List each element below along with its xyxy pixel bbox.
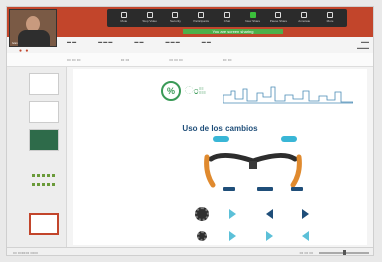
- slide-title: Uso de los cambios: [182, 124, 258, 133]
- zoom-handle[interactable]: [343, 249, 346, 255]
- toolbar-group-4[interactable]: ▭ ▭: [223, 57, 232, 62]
- arrow-right-icon: [302, 209, 309, 219]
- arrow-right-icon: [265, 231, 273, 241]
- slide-thumbnail[interactable]: [29, 129, 59, 151]
- front-shift-row: [229, 231, 309, 241]
- slide-thumbnail[interactable]: [29, 171, 59, 193]
- more-icon: [327, 12, 333, 18]
- slide-thumbnail[interactable]: [29, 101, 59, 123]
- shift-header: [257, 187, 273, 191]
- pen-icon: [301, 12, 308, 18]
- video-camera-icon: [146, 12, 153, 18]
- ribbon-group-1[interactable]: ▬ ▬: [67, 39, 76, 49]
- front-chainring-icon: [197, 231, 207, 241]
- participant-name: Ivan: [12, 41, 18, 45]
- arrow-left-icon: [265, 209, 273, 219]
- shifter-label-left: [213, 136, 229, 142]
- slide-canvas[interactable]: % ಂ ≡≡ ≡≡≡ Uso de los cambios: [73, 69, 367, 245]
- slide-thumbnail[interactable]: [29, 73, 59, 95]
- handlebar-illustration: [204, 153, 302, 188]
- security-button[interactable]: Security: [168, 11, 182, 25]
- arrow-left-icon: [302, 231, 309, 241]
- ribbon-menu: ▬ ▬ ▬ ▬ ▬ ▬ ▬ ▬ ▬ ▬ ▬ ▬: [67, 39, 367, 49]
- rear-cassette-icon: [195, 207, 209, 221]
- status-bar: ▭ ▭▭▭ ▭▭ ▭ ▭ ▭: [7, 247, 373, 255]
- logo-icon: %: [161, 81, 181, 101]
- city-skyline-icon: [223, 86, 353, 104]
- pause-share-button[interactable]: Pause Share: [270, 11, 287, 25]
- stop-video-button[interactable]: Stop Video: [142, 11, 157, 25]
- participant-body: [18, 30, 50, 46]
- ribbon-group-3[interactable]: ▬ ▬: [134, 39, 143, 49]
- chat-button[interactable]: Chat: [220, 11, 234, 25]
- ribbon-toolbar: ▭ ▭ ▭ ▭ ▭ ▭ ▭ ▭ ▭ ▭: [7, 53, 373, 67]
- ribbon-group-2[interactable]: ▬ ▬ ▬: [98, 39, 112, 49]
- annotate-button[interactable]: Annotate: [297, 11, 311, 25]
- shift-header: [223, 187, 235, 191]
- ribbon-group-5[interactable]: ▬ ▬: [202, 39, 211, 49]
- logo-text: ≡≡ ≡≡≡: [199, 86, 207, 95]
- participant-video[interactable]: Ivan: [9, 9, 57, 47]
- toolbar-group-2[interactable]: ▭ ▭: [121, 57, 130, 62]
- sharing-indicator[interactable]: You are screen sharing: [183, 29, 283, 34]
- bicycle-icon: ಂ: [185, 85, 199, 97]
- toolbar-group-3[interactable]: ▭ ▭ ▭: [169, 57, 183, 62]
- slide-thumbnails-panel[interactable]: [7, 67, 67, 247]
- share-screen-icon: [249, 12, 256, 18]
- pause-icon: [275, 12, 282, 18]
- toolbar-group-1[interactable]: ▭ ▭ ▭: [67, 57, 81, 62]
- ribbon-group-4[interactable]: ▬ ▬ ▬: [165, 39, 179, 49]
- status-left: ▭ ▭▭▭ ▭▭: [13, 250, 38, 255]
- participants-icon: [198, 12, 205, 18]
- meeting-controls-bar: Mute Stop Video Security Participants Ch…: [107, 9, 347, 27]
- new-share-button[interactable]: New Share: [245, 11, 260, 25]
- participants-button[interactable]: Participants: [193, 11, 209, 25]
- slide-thumbnail-selected[interactable]: [29, 213, 59, 235]
- microphone-icon: [120, 12, 127, 18]
- shifter-label-right: [281, 136, 297, 142]
- presentation-window: Mute Stop Video Security Participants Ch…: [6, 6, 374, 256]
- rear-shift-row: [229, 209, 309, 219]
- mute-button[interactable]: Mute: [117, 11, 131, 25]
- arrow-right-icon: [229, 209, 236, 219]
- chat-icon: [223, 12, 230, 18]
- more-button[interactable]: More: [323, 11, 337, 25]
- shift-header: [291, 187, 303, 191]
- arrow-right-icon: [229, 231, 236, 241]
- zoom-slider[interactable]: [319, 249, 369, 255]
- shield-icon: [172, 12, 179, 18]
- view-buttons[interactable]: ▭ ▭ ▭: [299, 250, 313, 255]
- status-right: ▭ ▭ ▭: [299, 249, 369, 255]
